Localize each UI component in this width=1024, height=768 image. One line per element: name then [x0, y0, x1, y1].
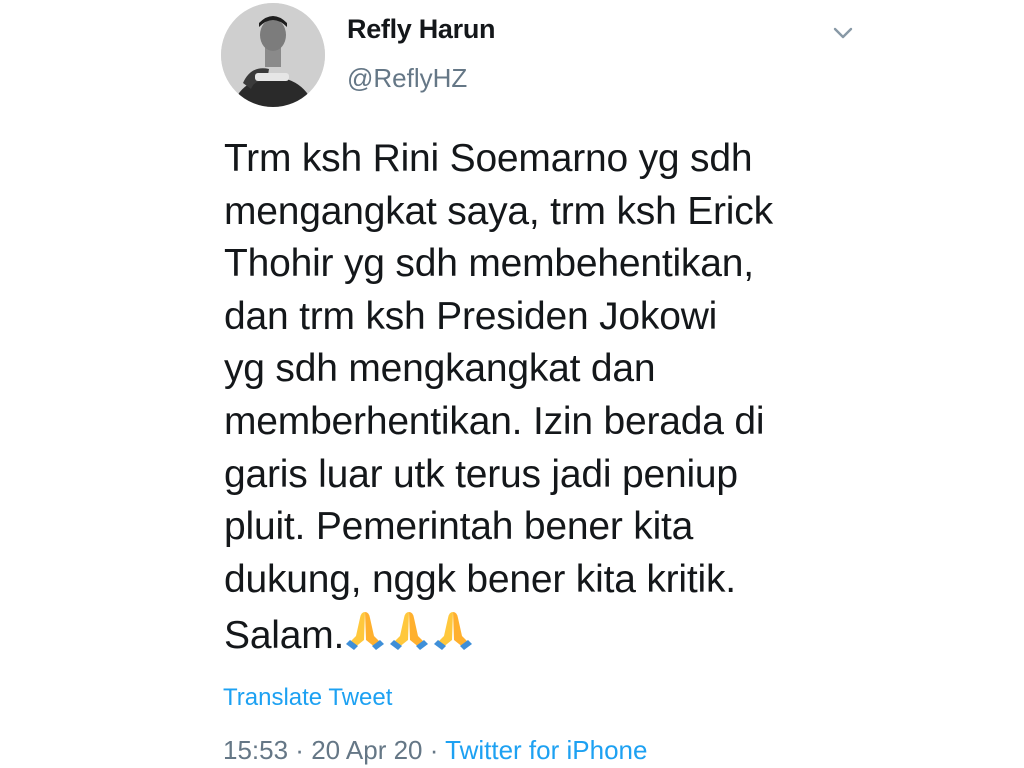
- author-display-name[interactable]: Refly Harun: [347, 14, 496, 45]
- tweet-meta: 15:53 · 20 Apr 20 · Twitter for iPhone: [223, 735, 647, 766]
- tweet-card: Refly Harun @ReflyHZ Trm ksh Rini Soemar…: [0, 0, 1024, 768]
- folded-hands-icon: [430, 606, 476, 652]
- avatar[interactable]: [221, 3, 325, 107]
- tweet-body: Trm ksh Rini Soemarno yg sdh mengangkat …: [224, 137, 773, 658]
- tweet-time: 15:53: [223, 735, 289, 765]
- tweet-date: 20 Apr 20: [311, 735, 423, 765]
- emoji-row: [344, 606, 476, 667]
- translate-tweet-link[interactable]: Translate Tweet: [223, 684, 392, 712]
- folded-hands-icon: [342, 606, 388, 652]
- avatar-photo: [221, 3, 325, 107]
- folded-hands-icon: [386, 606, 432, 652]
- meta-separator: ·: [422, 735, 446, 765]
- author-handle[interactable]: @ReflyHZ: [347, 63, 467, 94]
- meta-separator: ·: [288, 735, 312, 765]
- tweet-text: Trm ksh Rini Soemarno yg sdh mengangkat …: [224, 133, 864, 667]
- chevron-down-icon[interactable]: [826, 20, 860, 48]
- tweet-source-link[interactable]: Twitter for iPhone: [445, 735, 647, 765]
